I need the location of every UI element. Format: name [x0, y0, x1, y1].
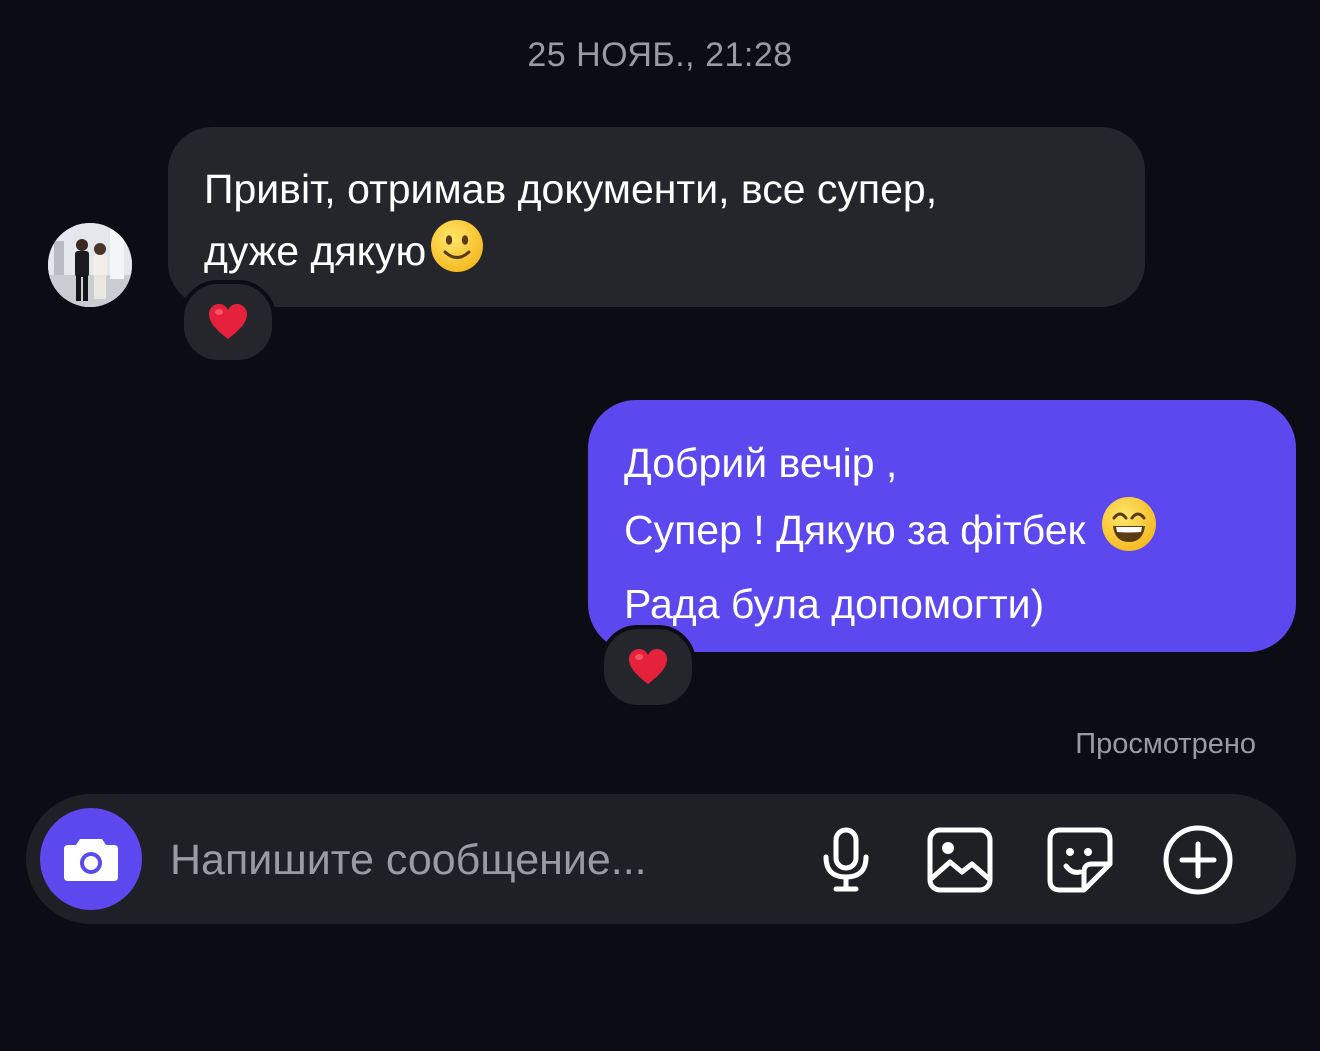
more-options-button[interactable]	[1162, 824, 1234, 896]
seen-status: Просмотрено	[1075, 728, 1256, 760]
message-line-with-emoji: Супер ! Дякую за фітбек	[624, 496, 1260, 571]
sticker-icon	[1047, 827, 1113, 893]
heart-reaction[interactable]	[600, 625, 696, 709]
message-line: дуже дякую	[204, 228, 427, 274]
message-line: Привіт, отримав документи, все супер,	[204, 166, 938, 212]
gallery-button[interactable]	[924, 824, 996, 896]
gallery-icon	[927, 827, 993, 893]
incoming-message-bubble[interactable]: Привіт, отримав документи, все супер, ду…	[168, 127, 1145, 307]
message-line: Добрий вечір ,	[624, 440, 898, 486]
heart-icon	[209, 304, 247, 339]
contact-avatar[interactable]	[48, 223, 132, 307]
chat-screen: 25 НОЯБ., 21:28 Привіт, отримав документ…	[0, 0, 1320, 1051]
plus-circle-icon	[1163, 825, 1233, 895]
camera-button[interactable]	[40, 808, 142, 910]
message-timestamp: 25 НОЯБ., 21:28	[527, 36, 793, 74]
microphone-icon	[823, 827, 869, 892]
heart-icon	[629, 649, 667, 684]
message-composer	[26, 794, 1296, 924]
sticker-button[interactable]	[1044, 824, 1116, 896]
outgoing-message-bubble[interactable]: Добрий вечір , Супер ! Дякую за фітбек Р…	[588, 400, 1296, 652]
message-line-with-emoji: дуже дякую	[204, 219, 1109, 289]
avatar-photo	[48, 223, 132, 307]
slightly-smiling-face-icon	[430, 219, 484, 289]
camera-icon	[64, 839, 118, 881]
voice-message-button[interactable]	[810, 824, 882, 896]
heart-reaction[interactable]	[180, 280, 276, 364]
grinning-face-icon	[1101, 496, 1157, 571]
message-input[interactable]	[168, 824, 772, 896]
message-line: Рада була допомогти)	[624, 581, 1045, 627]
message-line: Супер ! Дякую за фітбек	[624, 507, 1086, 553]
